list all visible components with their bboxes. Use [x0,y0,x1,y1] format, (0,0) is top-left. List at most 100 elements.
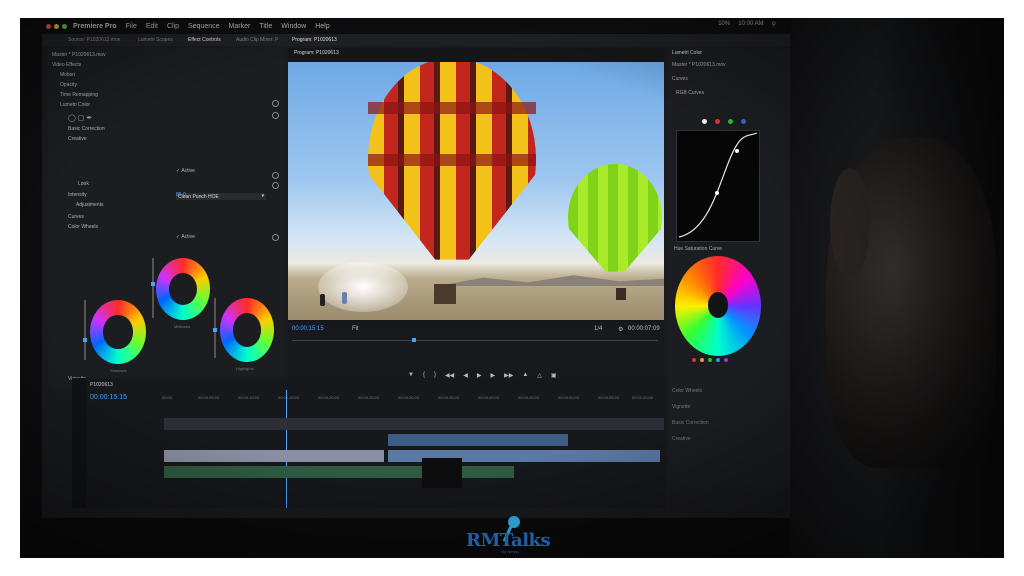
striped-balloon [368,62,536,260]
white-channel-icon[interactable] [702,119,707,124]
menu-sequence[interactable]: Sequence [188,23,220,30]
adjustments-label[interactable]: Adjustments [76,202,104,208]
intensity-value[interactable]: 86.0 [176,192,186,198]
blue-channel-icon[interactable] [741,119,746,124]
shadows-slider[interactable] [83,300,87,360]
menu-title[interactable]: Title [259,23,272,30]
reset-icon[interactable] [272,112,279,119]
shadows-wheel[interactable] [90,300,146,364]
color-swatch[interactable] [708,358,712,362]
look-label: Look [78,181,89,187]
color-swatch[interactable] [716,358,720,362]
menu-window[interactable]: Window [281,23,306,30]
mountains [438,275,664,286]
menu-help[interactable]: Help [315,23,329,30]
highlights-slider[interactable] [213,298,217,358]
section-creative-collapsed[interactable]: Creative [672,436,691,442]
active-label: Active [181,168,195,174]
section-basic-collapsed[interactable]: Basic Correction [672,420,709,426]
sun-glare [318,262,408,312]
menu-marker[interactable]: Marker [229,23,251,30]
clock: 10:00 AM [738,21,764,27]
ruler-tick: 00:01:00:00 [632,395,654,400]
search-icon[interactable]: ⚲ [772,21,776,28]
effect-lumetri-color[interactable]: Lumetri Color [60,102,90,108]
effect-motion[interactable]: Motion [60,72,75,78]
effect-opacity[interactable]: Opacity [60,82,77,88]
menu-clip[interactable]: Clip [167,23,179,30]
hue-saturation-label[interactable]: Hue Saturation Curve [674,246,722,252]
minimize-icon[interactable] [54,23,59,29]
creative-active-checkbox[interactable]: ✓ Active [176,168,195,174]
video-frame[interactable] [288,62,664,320]
menu-file[interactable]: File [126,23,137,30]
lumetri-clip[interactable]: Master * P1020613.mov [672,62,726,68]
ruler-tick: 00:00:05:00 [198,395,220,400]
lumetri-title: Lumetri Color [672,50,703,56]
section-basic-correction[interactable]: Basic Correction [68,126,105,132]
reset-icon[interactable] [272,182,279,189]
effect-tool-icons[interactable]: ◯ ▢ ✒ [68,114,92,122]
color-swatch[interactable] [692,358,696,362]
playback-resolution[interactable]: 1/4 [594,326,602,332]
video-track-v3[interactable] [164,418,664,430]
reset-icon[interactable] [272,234,279,241]
rgb-curve-graph[interactable] [676,130,760,242]
tools-panel [72,378,86,508]
tab-program[interactable]: Program: P1020613 [292,37,337,43]
reset-icon[interactable] [272,172,279,179]
look-dropdown[interactable]: Clean Punch HOE ▾ [176,193,266,200]
lumetri-color-panel: Lumetri Color Master * P1020613.mov Curv… [668,48,790,488]
section-color-wheels-collapsed[interactable]: Color Wheels [672,388,702,394]
shadows-label: Shadows [110,368,127,373]
hue-saturation-wheel[interactable] [675,256,761,356]
reset-icon[interactable] [272,100,279,107]
tab-source[interactable]: Source: P1020613.mov [68,37,120,43]
midtones-slider[interactable] [151,258,155,318]
playhead-timecode[interactable]: 00:00:15:15 [292,326,324,332]
balloon-basket-small [616,288,626,300]
ruler-tick: 00:00:40:00 [478,395,500,400]
timeline-timecode[interactable]: 00:00:15:15 [90,394,127,401]
midtones-wheel[interactable] [156,258,210,320]
playhead-handle[interactable] [412,338,416,342]
highlights-wheel[interactable] [220,298,274,362]
rgb-curves-label[interactable]: RGB Curves [676,90,704,96]
wrench-icon[interactable]: ⚙ [618,326,623,333]
zoom-fit-dropdown[interactable]: Fit [352,326,359,332]
effects-clip-header: Master * P1020613.mov [52,52,106,58]
watermark-brand: RMTalks [466,530,551,551]
menu-edit[interactable]: Edit [146,23,158,30]
app-menu[interactable]: Premiere Pro [73,23,117,30]
menu-bar: Premiere Pro File Edit Clip Sequence Mar… [42,18,792,34]
section-creative[interactable]: Creative [68,136,87,142]
section-curves[interactable]: Curves [68,214,84,220]
tab-effect-controls[interactable]: Effect Controls [188,37,221,43]
monitor-screen: Premiere Pro File Edit Clip Sequence Mar… [42,18,792,518]
section-curves-header[interactable]: Curves [672,76,688,82]
status-area: 10% 10:00 AM ⚲ [718,21,776,28]
section-vignette-collapsed[interactable]: Vignette [672,404,690,410]
effect-time-remapping[interactable]: Time Remapping [60,92,98,98]
close-icon[interactable] [46,23,51,29]
wheels-active-checkbox[interactable]: ✓ Active [176,234,195,240]
section-color-wheels[interactable]: Color Wheels [68,224,98,230]
ruler-tick: 00:00:20:00 [318,395,340,400]
ruler-tick: 00:00 [162,395,173,400]
time-ruler[interactable]: 00:00 00:00:05:00 00:00:10:00 00:00:15:0… [162,393,662,403]
green-channel-icon[interactable] [728,119,733,124]
red-channel-icon[interactable] [715,119,720,124]
balloon-basket [434,284,456,304]
zoom-icon[interactable] [62,23,67,29]
sequence-tab[interactable]: P1020613 [90,382,113,388]
color-swatch[interactable] [700,358,704,362]
video-clip[interactable] [164,450,384,462]
scrub-bar[interactable] [292,338,658,342]
microphone-icon [508,516,520,528]
tab-lumetri-scopes[interactable]: Lumetri Scopes [138,37,173,43]
ruler-tick: 00:00:35:00 [438,395,460,400]
color-swatch[interactable] [724,358,728,362]
tab-audio-clip-mixer[interactable]: Audio Clip Mixer: P [236,37,279,43]
timeline-playhead[interactable] [286,390,287,508]
video-clip[interactable] [388,434,568,446]
